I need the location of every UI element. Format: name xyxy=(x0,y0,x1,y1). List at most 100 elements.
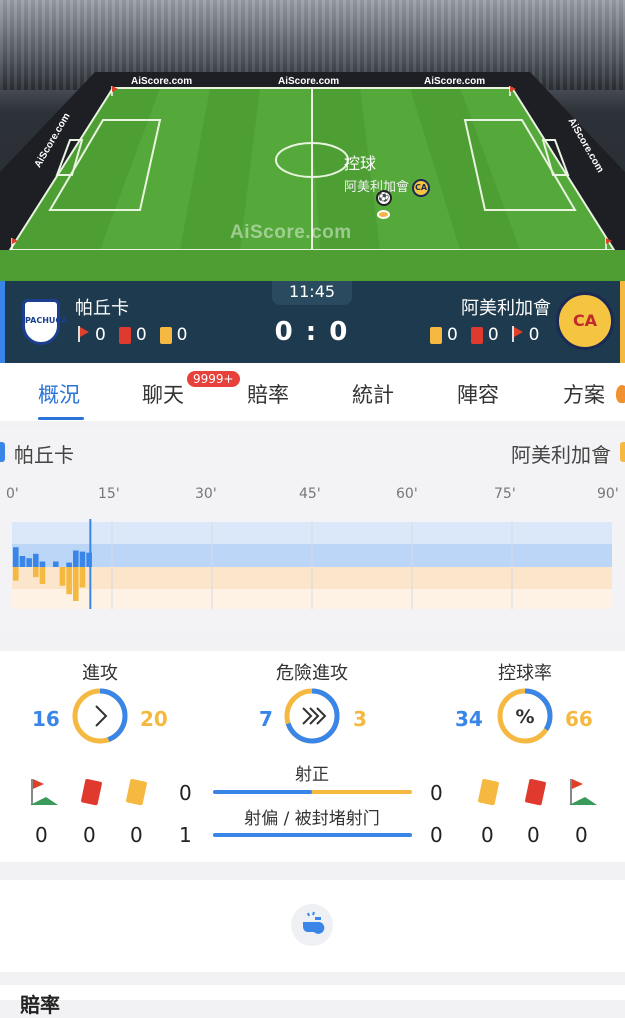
away-on-target: 0 xyxy=(430,781,443,805)
yellow-card-icon xyxy=(430,326,442,344)
off-target-bar xyxy=(213,833,412,837)
away-pressure-bar xyxy=(79,567,86,588)
dangerous-attack-label: 危險進攻 xyxy=(276,663,348,684)
red-card-icon xyxy=(525,778,546,806)
corner-flag-icon xyxy=(572,779,583,789)
tab-odds[interactable]: 賠率 xyxy=(247,379,289,409)
attack-donut xyxy=(72,688,128,744)
away-yellow-count: 0 xyxy=(481,823,494,847)
possession-away: 66 xyxy=(565,707,593,731)
watermark: AiScore.com xyxy=(230,222,352,243)
momentum-chart xyxy=(12,519,612,609)
yellow-card-icon xyxy=(159,326,172,344)
score-bar: 11:45 PACHUCA 帕丘卡 0 0 0 0 : 0 阿美利加會 0 0 … xyxy=(0,281,625,363)
timeline-home-label: 帕丘卡 xyxy=(14,443,74,467)
home-pressure-bar xyxy=(73,550,79,567)
red-card-icon xyxy=(81,778,102,806)
away-color-edge xyxy=(620,281,625,363)
yellow-card-icon xyxy=(478,778,499,806)
possession-home: 34 xyxy=(455,707,483,731)
home-yellow-count: 0 xyxy=(130,823,143,847)
home-pressure-bar xyxy=(39,561,46,567)
brand-label: AiScore.com xyxy=(424,76,486,87)
active-tab-indicator xyxy=(38,417,84,420)
tab-overview[interactable]: 概況 xyxy=(38,379,80,409)
tab-lineups[interactable]: 陣容 xyxy=(457,379,499,409)
home-yellow-cards: 0 xyxy=(176,325,188,345)
tab-chat[interactable]: 聊天 xyxy=(142,379,184,409)
on-target-bar xyxy=(213,790,412,794)
ball-icon: ⚽ xyxy=(376,190,392,206)
home-match-stats: 0 0 0 xyxy=(76,325,187,345)
away-off-target: 0 xyxy=(430,823,443,847)
home-color-edge xyxy=(0,281,5,363)
percent-icon: % xyxy=(515,706,534,728)
home-team-logo[interactable]: PACHUCA xyxy=(22,299,67,345)
chevron-right-icon xyxy=(95,705,108,727)
tab-plans[interactable]: 方案 xyxy=(563,379,605,409)
home-pressure-bar xyxy=(33,553,39,567)
home-team-name[interactable]: 帕丘卡 xyxy=(75,294,129,320)
ball-position-marker xyxy=(377,210,390,219)
home-off-target: 1 xyxy=(179,823,192,847)
minute-tick: 60' xyxy=(396,486,418,502)
away-red-count: 0 xyxy=(527,823,540,847)
stats-panel: 進攻 16 20 危險進攻 7 3 控球率 34 66 % 0 射正 0 0 0… xyxy=(0,651,625,862)
away-pressure-bar xyxy=(73,567,79,601)
tab-bar: 概況 聊天 9999+ 賠率 統計 陣容 方案 xyxy=(0,363,625,421)
triple-chevron-icon xyxy=(302,707,327,725)
timeline-away-label: 阿美利加會 xyxy=(511,443,611,467)
on-target-label: 射正 xyxy=(295,765,329,785)
minute-tick: 75' xyxy=(494,486,516,502)
home-pressure-bar xyxy=(19,556,26,567)
match-clock: 11:45 xyxy=(272,281,352,305)
whistle-icon[interactable] xyxy=(291,904,333,946)
possession-donut: % xyxy=(497,688,553,744)
attack-label: 進攻 xyxy=(82,663,118,684)
away-event-icons xyxy=(478,778,597,806)
home-corners-count: 0 xyxy=(35,823,48,847)
dangerous-attack-away: 3 xyxy=(353,707,367,731)
away-team-logo[interactable]: CA xyxy=(556,292,614,350)
away-pressure-bar xyxy=(59,567,66,586)
home-pressure-bar xyxy=(13,547,19,567)
brand-label: AiScore.com xyxy=(131,76,193,87)
tab-stats[interactable]: 統計 xyxy=(352,379,394,409)
away-match-stats: 0 0 0 xyxy=(430,325,539,345)
corner-flag-icon xyxy=(510,326,524,344)
away-pressure-bar xyxy=(13,567,19,581)
possession-title: 控球 xyxy=(344,154,377,173)
dangerous-attack-donut xyxy=(284,688,340,744)
away-red-cards: 0 xyxy=(487,325,499,345)
brand-label: AiScore.com xyxy=(278,76,340,87)
possession-indicator: 控球 阿美利加會 CA xyxy=(344,150,431,197)
red-card-icon xyxy=(470,326,483,344)
home-color-marker xyxy=(0,442,5,462)
home-pressure-bar xyxy=(66,562,72,567)
off-target-label: 射偏 / 被封堵射门 xyxy=(244,809,380,829)
momentum-timeline: 帕丘卡 阿美利加會 0' 15' 30' 45' 60' 75' 90' xyxy=(0,429,625,633)
red-card-icon xyxy=(118,326,131,344)
away-pressure-bar xyxy=(33,567,39,578)
dangerous-attack-home: 7 xyxy=(259,707,273,731)
home-red-count: 0 xyxy=(83,823,96,847)
home-corners: 0 xyxy=(95,325,106,345)
chat-count-badge: 9999+ xyxy=(187,371,240,387)
minute-tick: 15' xyxy=(98,486,120,502)
home-red-cards: 0 xyxy=(135,325,147,345)
away-pressure-bar xyxy=(66,567,72,595)
away-corners: 0 xyxy=(528,325,540,345)
odds-title: 賠率 xyxy=(20,993,60,1017)
yellow-card-icon xyxy=(126,778,147,806)
attack-away: 20 xyxy=(140,707,168,731)
odds-section: 賠率 xyxy=(0,985,625,1017)
pitch-animation: AiScore.com AiScore.com AiScore.com AiSc… xyxy=(0,0,625,281)
minute-tick: 0' xyxy=(6,486,19,502)
away-corners-count: 0 xyxy=(575,823,588,847)
home-pressure-bar xyxy=(26,558,32,567)
away-team-name[interactable]: 阿美利加會 xyxy=(461,294,551,320)
fire-icon xyxy=(616,385,625,403)
score: 0 : 0 xyxy=(274,317,350,347)
attack-home: 16 xyxy=(32,707,60,731)
away-color-marker xyxy=(620,442,625,462)
